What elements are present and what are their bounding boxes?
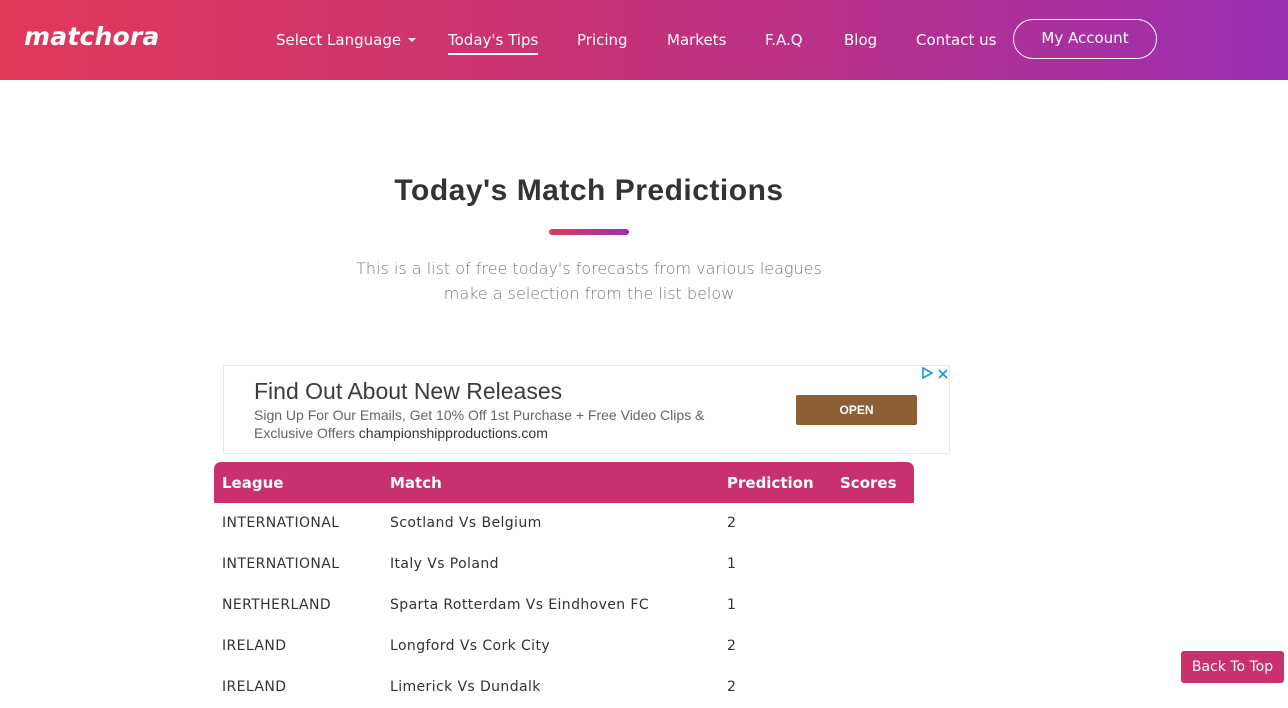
nav-todays-tips[interactable]: Today's Tips: [448, 31, 539, 55]
cell-prediction: 1: [727, 556, 737, 572]
table-header: League Match Prediction Scores: [214, 462, 914, 503]
cell-match: Scotland Vs Belgium: [390, 515, 542, 531]
nav-contact[interactable]: Contact us: [916, 31, 996, 49]
cell-league: IRELAND: [222, 679, 287, 695]
ad-domain[interactable]: championshipproductions.com: [359, 425, 548, 441]
nav-markets[interactable]: Markets: [667, 31, 726, 49]
adchoices-triangle-icon[interactable]: [921, 367, 933, 379]
cell-match: Sparta Rotterdam Vs Eindhoven FC: [390, 597, 650, 613]
page-subtitle: This is a list of free today's forecasts…: [0, 256, 1178, 306]
my-account-button[interactable]: My Account: [1013, 19, 1157, 59]
nav-pricing[interactable]: Pricing: [577, 31, 628, 49]
subtitle-line-1: This is a list of free today's forecasts…: [356, 259, 822, 278]
ad-headline[interactable]: Find Out About New Releases: [254, 378, 562, 405]
cell-match: Longford Vs Cork City: [390, 638, 551, 654]
ad-open-button[interactable]: OPEN: [796, 395, 917, 425]
predictions-table: League Match Prediction Scores INTERNATI…: [214, 462, 914, 708]
header-match: Match: [390, 474, 442, 492]
table-row: NERTHERLAND Sparta Rotterdam Vs Eindhove…: [214, 585, 914, 626]
title-underline: [549, 229, 629, 235]
nav-faq[interactable]: F.A.Q: [765, 31, 803, 49]
top-nav-bar: matchora Select Language Today's Tips Pr…: [0, 0, 1288, 80]
page-title: Today's Match Predictions: [394, 174, 784, 207]
header-scores: Scores: [840, 474, 897, 492]
ad-body: Sign Up For Our Emails, Get 10% Off 1st …: [254, 406, 764, 442]
table-row: IRELAND Longford Vs Cork City 2: [214, 626, 914, 667]
cell-prediction: 2: [727, 515, 737, 531]
header-prediction: Prediction: [727, 474, 814, 492]
back-to-top-button[interactable]: Back To Top: [1181, 651, 1284, 683]
cell-league: IRELAND: [222, 638, 287, 654]
table-row: INTERNATIONAL Scotland Vs Belgium 2: [214, 503, 914, 544]
cell-match: Limerick Vs Dundalk: [390, 679, 541, 695]
site-logo[interactable]: matchora: [24, 22, 159, 51]
table-row: INTERNATIONAL Italy Vs Poland 1: [214, 544, 914, 585]
subtitle-line-2: make a selection from the list below: [443, 284, 735, 303]
nav-select-language[interactable]: Select Language: [276, 31, 417, 49]
nav-language-label: Select Language: [276, 31, 402, 49]
cell-match: Italy Vs Poland: [390, 556, 499, 572]
cell-prediction: 2: [727, 638, 737, 654]
cell-league: INTERNATIONAL: [222, 515, 340, 531]
ad-banner[interactable]: Find Out About New Releases Sign Up For …: [223, 365, 950, 454]
caret-down-icon: [408, 38, 417, 42]
close-icon[interactable]: [937, 368, 949, 380]
cell-prediction: 2: [727, 679, 737, 695]
nav-blog[interactable]: Blog: [844, 31, 877, 49]
cell-league: INTERNATIONAL: [222, 556, 340, 572]
cell-league: NERTHERLAND: [222, 597, 332, 613]
header-league: League: [222, 474, 284, 492]
cell-prediction: 1: [727, 597, 737, 613]
